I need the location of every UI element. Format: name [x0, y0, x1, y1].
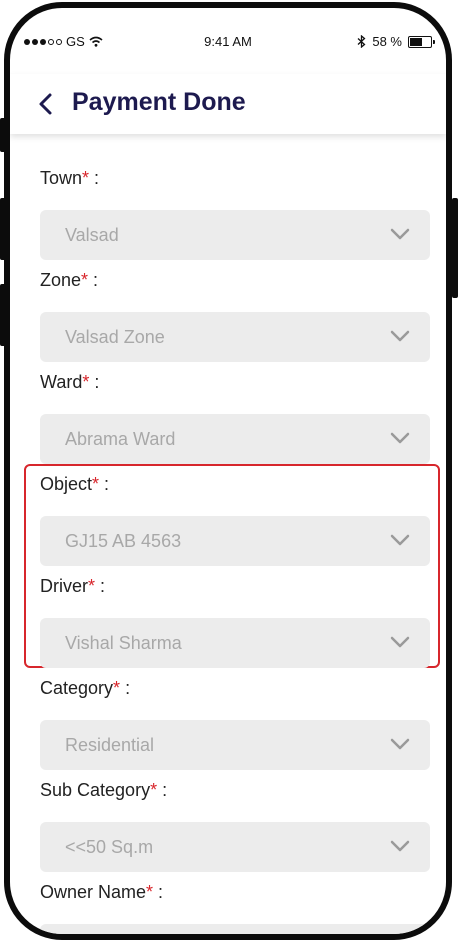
dropdown-value: GJ15 AB 4563: [65, 531, 182, 551]
zone-dropdown[interactable]: Valsad Zone: [40, 312, 430, 362]
town-dropdown[interactable]: Valsad: [40, 210, 430, 260]
ward-dropdown[interactable]: Abrama Ward: [40, 414, 430, 464]
page-title: Payment Done: [72, 88, 246, 116]
battery-icon: [408, 35, 435, 48]
chevron-down-icon: [390, 534, 410, 546]
category-dropdown[interactable]: Residential: [40, 720, 430, 770]
required-asterisk: *: [88, 576, 96, 596]
status-bar: GS 9:41 AM 58 %: [10, 8, 446, 74]
label-colon: :: [120, 678, 131, 698]
label-text: Ward: [40, 372, 83, 392]
field-object: Object* : GJ15 AB 4563: [40, 474, 430, 566]
label-colon: :: [99, 474, 110, 494]
app-header: Payment Done: [10, 74, 446, 134]
label-colon: :: [88, 270, 99, 290]
required-asterisk: *: [92, 474, 100, 494]
owner-name-dropdown[interactable]: Select Town: [40, 924, 430, 940]
label-colon: :: [157, 780, 168, 800]
field-owner-name: Owner Name* : Select Town: [40, 882, 430, 940]
field-label: Sub Category* :: [40, 780, 430, 804]
label-text: Sub Category: [40, 780, 151, 800]
bluetooth-icon: [357, 35, 366, 48]
chevron-down-icon: [390, 228, 410, 240]
field-label: Ward* :: [40, 372, 430, 396]
field-sub-category: Sub Category* : <<50 Sq.m: [40, 780, 430, 872]
label-text: Town: [40, 168, 83, 188]
label-colon: :: [153, 882, 164, 902]
field-label: Owner Name* :: [40, 882, 430, 906]
label-text: Zone: [40, 270, 82, 290]
required-asterisk: *: [81, 270, 89, 290]
label-colon: :: [95, 576, 106, 596]
dropdown-value: Valsad: [65, 225, 119, 245]
field-ward: Ward* : Abrama Ward: [40, 372, 430, 464]
chevron-down-icon: [390, 738, 410, 750]
dropdown-value: <<50 Sq.m: [65, 837, 154, 857]
field-label: Town* :: [40, 168, 430, 192]
label-text: Object: [40, 474, 93, 494]
label-colon: :: [89, 372, 100, 392]
field-label: Object* :: [40, 474, 430, 498]
field-town: Town* : Valsad: [40, 168, 430, 260]
required-asterisk: *: [82, 168, 90, 188]
battery-group: 58 %: [357, 34, 435, 49]
chevron-down-icon: [390, 636, 410, 648]
field-label: Zone* :: [40, 270, 430, 294]
dropdown-value: Residential: [65, 735, 155, 755]
chevron-down-icon: [390, 330, 410, 342]
back-arrow-icon[interactable]: [36, 90, 56, 118]
power-button: [452, 198, 458, 298]
field-driver: Driver* : Vishal Sharma: [40, 576, 430, 668]
field-label: Driver* :: [40, 576, 430, 600]
phone-frame: GS 9:41 AM 58 % Payment Done Town* : Vals…: [4, 2, 452, 940]
label-text: Owner Name: [40, 882, 147, 902]
field-category: Category* : Residential: [40, 678, 430, 770]
label-colon: :: [89, 168, 100, 188]
dropdown-value: Select Town: [65, 939, 162, 940]
chevron-down-icon: [390, 840, 410, 852]
label-text: Category: [40, 678, 114, 698]
battery-percent: 58 %: [372, 34, 402, 49]
dropdown-value: Valsad Zone: [65, 327, 165, 347]
required-asterisk: *: [146, 882, 154, 902]
field-zone: Zone* : Valsad Zone: [40, 270, 430, 362]
chevron-down-icon: [390, 432, 410, 444]
dropdown-value: Vishal Sharma: [65, 633, 182, 653]
dropdown-value: Abrama Ward: [65, 429, 176, 449]
required-asterisk: *: [113, 678, 121, 698]
object-dropdown[interactable]: GJ15 AB 4563: [40, 516, 430, 566]
label-text: Driver: [40, 576, 88, 596]
field-label: Category* :: [40, 678, 430, 702]
sub-category-dropdown[interactable]: <<50 Sq.m: [40, 822, 430, 872]
driver-dropdown[interactable]: Vishal Sharma: [40, 618, 430, 668]
